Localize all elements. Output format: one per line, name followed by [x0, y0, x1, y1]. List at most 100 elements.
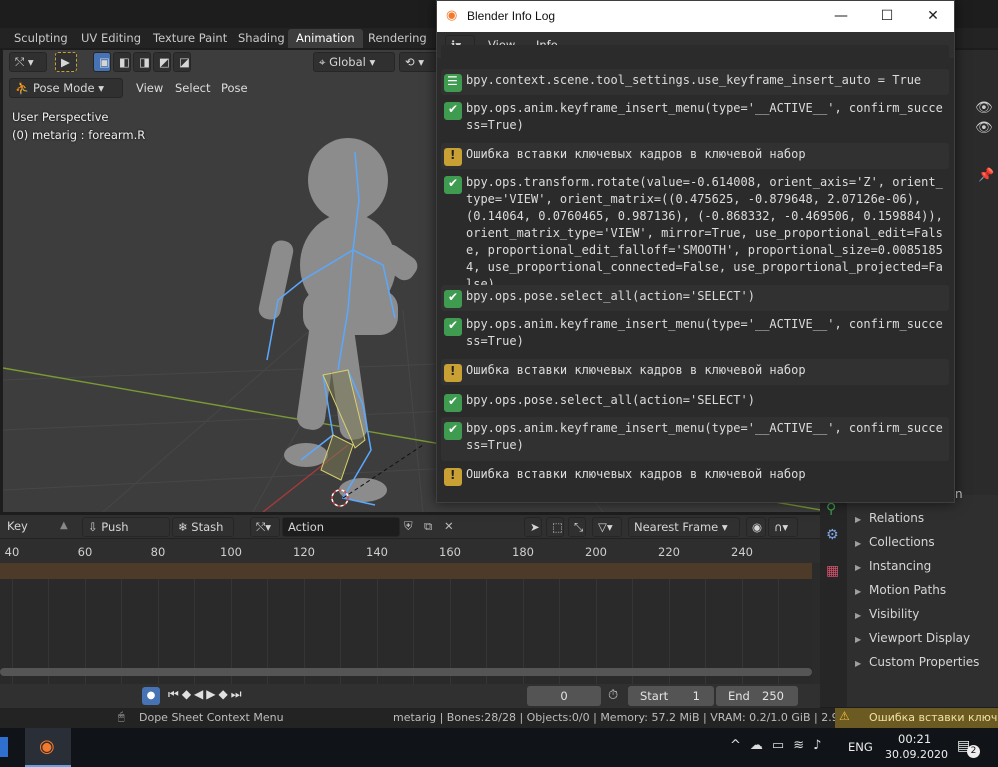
tab-texture-paint[interactable]: Texture Paint: [145, 29, 235, 48]
language-indicator[interactable]: ENG: [848, 740, 873, 754]
eye-icon[interactable]: 👁: [975, 120, 993, 136]
play-icon[interactable]: ▶: [206, 687, 218, 701]
ruler-label: 120: [293, 545, 315, 559]
select-intersect-button[interactable]: ◪: [173, 52, 191, 72]
next-keyframe-icon[interactable]: ◆: [219, 687, 231, 701]
close-icon[interactable]: ✕: [444, 519, 454, 533]
menu-view[interactable]: View: [131, 78, 168, 98]
stopwatch-icon[interactable]: ⏱: [608, 688, 618, 703]
transform-orientation-dropdown[interactable]: ⌖ Global ▾: [313, 52, 395, 72]
jump-start-icon[interactable]: ⏮: [168, 687, 182, 701]
select-extend-button[interactable]: ◧: [113, 52, 131, 72]
log-entry[interactable]: ✔ bpy.ops.anim.keyframe_insert_menu(type…: [441, 417, 949, 461]
browse-action-button[interactable]: ⤲▾: [250, 517, 280, 537]
eye-icon[interactable]: 👁: [975, 100, 993, 116]
duplicate-icon[interactable]: ⧉: [424, 519, 432, 534]
notification-center-button[interactable]: ▤ 2: [957, 738, 981, 758]
outliner-panel[interactable]: 👁 👁 📌: [953, 50, 998, 495]
dope-sheet-header: Key ▲ ⇩ Push Down ❄ Stash ⤲▾ Action ⛨ ⧉ …: [0, 515, 820, 552]
close-button[interactable]: ✕: [911, 4, 954, 28]
chevron-up-icon[interactable]: ^: [730, 738, 750, 753]
minimize-button[interactable]: —: [819, 4, 863, 28]
clock-time[interactable]: 00:21: [898, 732, 931, 746]
frame-ruler[interactable]: 40 60 80 100 120 140 160 180 200 220 240: [0, 539, 820, 563]
falloff-dropdown[interactable]: ∩▾: [768, 517, 798, 537]
key-menu[interactable]: Key: [2, 517, 56, 537]
status-warning[interactable]: ⚠ Ошибка вставки ключев: [835, 708, 998, 728]
panel-instancing[interactable]: ▶ Instancing: [855, 555, 931, 577]
log-entry[interactable]: ☰ bpy.context.scene.tool_settings.use_ke…: [441, 69, 949, 95]
menu-pose[interactable]: Pose: [216, 78, 253, 98]
menu-select[interactable]: Select: [170, 78, 215, 98]
tweak-tool-button[interactable]: ▶: [55, 52, 77, 72]
tab-shading[interactable]: Shading: [230, 29, 293, 48]
log-entry[interactable]: ✔ bpy.ops.pose.select_all(action='SELECT…: [441, 389, 949, 415]
log-entry[interactable]: ✔ bpy.ops.pose.select_all(action='SELECT…: [441, 285, 949, 311]
texture-icon[interactable]: ▦: [826, 563, 839, 579]
maximize-button[interactable]: ☐: [865, 4, 909, 28]
triangle-up-icon[interactable]: ▲: [60, 520, 68, 531]
wifi-icon[interactable]: ≋: [793, 738, 813, 753]
start-button-edge[interactable]: [0, 737, 8, 757]
cursor-select-button[interactable]: ➤: [524, 517, 542, 537]
ruler-label: 160: [439, 545, 461, 559]
log-entry-warning[interactable]: ! Ошибка вставки ключевых кадров в ключе…: [441, 359, 949, 385]
panel-custom-properties[interactable]: ▶ Custom Properties: [855, 651, 979, 673]
log-entry-list[interactable]: ☰ bpy.context.scene.tool_settings.use_ke…: [437, 45, 954, 502]
play-reverse-icon[interactable]: ◀: [194, 687, 206, 701]
prev-keyframe-icon[interactable]: ◆: [182, 687, 194, 701]
panel-viewport-display[interactable]: ▶ Viewport Display: [855, 627, 970, 649]
bone-constraint-icon[interactable]: ⚲: [826, 501, 836, 517]
start-frame-field[interactable]: Start 1: [628, 686, 714, 706]
panel-collections[interactable]: ▶ Collections: [855, 531, 935, 553]
end-frame-field[interactable]: End 250: [716, 686, 798, 706]
snap-mode-dropdown[interactable]: Nearest Frame ▾: [628, 517, 740, 537]
log-entry[interactable]: ✔ bpy.ops.transform.rotate(value=-0.6140…: [441, 171, 949, 291]
blender-taskbar-button[interactable]: ◉: [25, 728, 71, 767]
pivot-point-dropdown[interactable]: ⟲ ▾: [399, 52, 437, 72]
filter-dropdown[interactable]: ▽▾: [592, 517, 622, 537]
physics-icon[interactable]: ⚙: [826, 527, 839, 543]
select-new-button[interactable]: ▣: [93, 52, 111, 72]
cloud-icon[interactable]: ☁: [750, 738, 772, 753]
action-name-field[interactable]: Action: [282, 517, 400, 537]
current-frame-field[interactable]: 0: [527, 686, 601, 706]
pose-mode-icon: ⛹: [15, 81, 33, 95]
dope-sheet-editor[interactable]: Key ▲ ⇩ Push Down ❄ Stash ⤲▾ Action ⛨ ⧉ …: [0, 515, 820, 710]
log-entry[interactable]: ✔ bpy.ops.anim.keyframe_insert_menu(type…: [441, 313, 949, 357]
stash-button[interactable]: ❄ Stash: [172, 517, 234, 537]
pin-icon[interactable]: 📌: [978, 168, 994, 183]
minimize-icon: —: [834, 8, 848, 24]
shield-icon[interactable]: ⛨: [404, 519, 413, 534]
panel-relations[interactable]: ▶ Relations: [855, 507, 924, 529]
window-titlebar[interactable]: ◉ Blender Info Log — ☐ ✕: [437, 1, 954, 32]
select-subtract-button[interactable]: ◨: [133, 52, 151, 72]
log-entry-warning[interactable]: ! Ошибка вставки ключевых кадров в ключе…: [441, 143, 949, 169]
box-select-button[interactable]: ⬚: [546, 517, 564, 537]
panel-motion-paths[interactable]: ▶ Motion Paths: [855, 579, 946, 601]
tab-sculpting[interactable]: Sculpting: [6, 29, 76, 48]
auto-keying-button[interactable]: ●: [142, 687, 160, 705]
log-entry[interactable]: ✔ bpy.ops.anim.keyframe_insert_menu(type…: [441, 97, 949, 141]
select-extend-icon: ◧: [119, 55, 130, 69]
log-entry-warning[interactable]: ! Ошибка вставки ключевых кадров в ключе…: [441, 463, 949, 489]
tab-animation[interactable]: Animation: [288, 29, 363, 48]
volume-icon[interactable]: ♪: [813, 738, 830, 753]
tab-rendering[interactable]: Rendering: [360, 29, 435, 48]
panel-visibility[interactable]: ▶ Visibility: [855, 603, 919, 625]
tab-uv-editing[interactable]: UV Editing: [73, 29, 149, 48]
jump-end-icon[interactable]: ⏭: [231, 687, 245, 701]
select-invert-button[interactable]: ◩: [153, 52, 171, 72]
clock-date[interactable]: 30.09.2020: [885, 748, 948, 761]
horizontal-scrollbar[interactable]: [0, 668, 812, 676]
editor-type-button[interactable]: ⤲ ▾: [9, 52, 47, 72]
cursor-icon: ➤: [530, 520, 540, 534]
summary-channel[interactable]: [0, 563, 812, 579]
cursor-icon: ▶: [61, 55, 70, 69]
push-down-button[interactable]: ⇩ Push Down: [82, 517, 170, 552]
battery-icon[interactable]: ▭: [772, 738, 793, 753]
mode-dropdown[interactable]: ⛹ Pose Mode ▾: [9, 78, 123, 98]
resize-button[interactable]: ⤡: [568, 517, 586, 537]
log-entry-partial[interactable]: [441, 45, 949, 67]
proportional-edit-button[interactable]: ◉: [746, 517, 766, 537]
